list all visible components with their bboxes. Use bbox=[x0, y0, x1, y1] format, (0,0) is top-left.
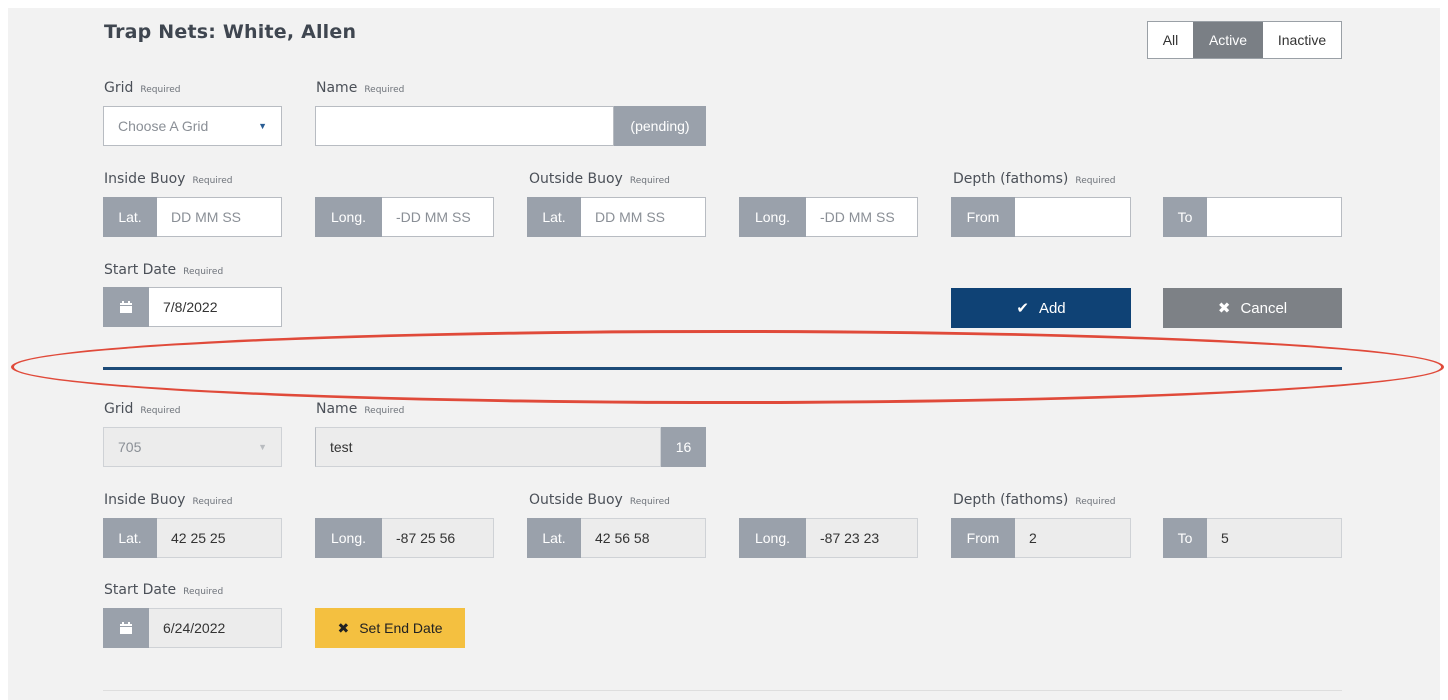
existing-name-group: test 16 bbox=[315, 427, 706, 467]
start-date-group: 7/8/2022 bbox=[103, 287, 282, 327]
inside-lat-group: Lat. DD MM SS bbox=[103, 197, 282, 237]
existing-inside-lat-group: Lat. 42 25 25 bbox=[103, 518, 282, 558]
start-date-label: Start Date Required bbox=[104, 262, 224, 278]
page-title: Trap Nets: White, Allen bbox=[104, 21, 357, 43]
inside-lat-input[interactable]: DD MM SS bbox=[157, 197, 282, 237]
grid-label: Grid Required bbox=[104, 80, 181, 96]
lat-addon: Lat. bbox=[527, 197, 581, 237]
name-input[interactable] bbox=[315, 106, 614, 146]
caret-down-icon: ▼ bbox=[258, 121, 267, 131]
name-input-group: (pending) bbox=[315, 106, 706, 146]
lat-addon: Lat. bbox=[103, 518, 157, 558]
depth-from-group: From bbox=[951, 197, 1131, 237]
outside-long-group: Long. -DD MM SS bbox=[739, 197, 918, 237]
depth-from-input[interactable] bbox=[1015, 197, 1131, 237]
filter-all-button[interactable]: All bbox=[1148, 22, 1193, 58]
name-id-badge: 16 bbox=[661, 427, 706, 467]
long-addon: Long. bbox=[739, 518, 806, 558]
long-addon: Long. bbox=[739, 197, 806, 237]
to-addon: To bbox=[1163, 518, 1207, 558]
inside-buoy-label: Inside Buoy Required bbox=[104, 492, 233, 508]
existing-outside-long: -87 23 23 bbox=[806, 518, 918, 558]
existing-outside-long-group: Long. -87 23 23 bbox=[739, 518, 918, 558]
existing-depth-from-group: From 2 bbox=[951, 518, 1131, 558]
existing-start-date: 6/24/2022 bbox=[149, 608, 282, 648]
existing-depth-from: 2 bbox=[1015, 518, 1131, 558]
filter-inactive-button[interactable]: Inactive bbox=[1263, 22, 1341, 58]
depth-label: Depth (fathoms) Required bbox=[953, 492, 1116, 508]
lat-addon: Lat. bbox=[527, 518, 581, 558]
set-end-date-button[interactable]: ✖ Set End Date bbox=[315, 608, 465, 648]
caret-down-icon: ▼ bbox=[258, 442, 267, 452]
lat-addon: Lat. bbox=[103, 197, 157, 237]
depth-to-input[interactable] bbox=[1207, 197, 1342, 237]
existing-outside-lat-group: Lat. 42 56 58 bbox=[527, 518, 706, 558]
existing-start-date-group: 6/24/2022 bbox=[103, 608, 282, 648]
existing-grid-select: 705 ▼ bbox=[103, 427, 282, 467]
existing-inside-long: -87 25 56 bbox=[382, 518, 494, 558]
to-addon: To bbox=[1163, 197, 1207, 237]
depth-label: Depth (fathoms) Required bbox=[953, 171, 1116, 187]
grid-label: Grid Required bbox=[104, 401, 181, 417]
x-icon: ✖ bbox=[1217, 300, 1231, 317]
status-filter-toggle: All Active Inactive bbox=[1147, 21, 1342, 59]
outside-buoy-label: Outside Buoy Required bbox=[529, 171, 670, 187]
existing-inside-long-group: Long. -87 25 56 bbox=[315, 518, 494, 558]
start-date-label: Start Date Required bbox=[104, 582, 224, 598]
existing-depth-to-group: To 5 bbox=[1163, 518, 1342, 558]
outside-lat-input[interactable]: DD MM SS bbox=[581, 197, 706, 237]
from-addon: From bbox=[951, 518, 1015, 558]
long-addon: Long. bbox=[315, 518, 382, 558]
name-label: Name Required bbox=[316, 80, 405, 96]
depth-to-group: To bbox=[1163, 197, 1342, 237]
x-icon: ✖ bbox=[337, 619, 350, 636]
highlight-ellipse bbox=[11, 330, 1444, 404]
name-pending-badge: (pending) bbox=[614, 106, 706, 146]
check-icon: ✔ bbox=[1016, 300, 1029, 317]
from-addon: From bbox=[951, 197, 1015, 237]
calendar-icon bbox=[103, 608, 149, 648]
outside-buoy-label: Outside Buoy Required bbox=[529, 492, 670, 508]
outside-long-input[interactable]: -DD MM SS bbox=[806, 197, 918, 237]
start-date-input[interactable]: 7/8/2022 bbox=[149, 287, 282, 327]
calendar-icon[interactable] bbox=[103, 287, 149, 327]
existing-outside-lat: 42 56 58 bbox=[581, 518, 706, 558]
existing-inside-lat: 42 25 25 bbox=[157, 518, 282, 558]
inside-buoy-label: Inside Buoy Required bbox=[104, 171, 233, 187]
cancel-button[interactable]: ✖ Cancel bbox=[1163, 288, 1342, 328]
inside-long-input[interactable]: -DD MM SS bbox=[382, 197, 494, 237]
grid-select[interactable]: Choose A Grid ▼ bbox=[103, 106, 282, 146]
outside-lat-group: Lat. DD MM SS bbox=[527, 197, 706, 237]
filter-active-button[interactable]: Active bbox=[1193, 22, 1263, 58]
bottom-divider bbox=[103, 690, 1342, 691]
add-button[interactable]: ✔ Add bbox=[951, 288, 1131, 328]
inside-long-group: Long. -DD MM SS bbox=[315, 197, 494, 237]
long-addon: Long. bbox=[315, 197, 382, 237]
name-label: Name Required bbox=[316, 401, 405, 417]
existing-depth-to: 5 bbox=[1207, 518, 1342, 558]
existing-name-input: test bbox=[315, 427, 661, 467]
